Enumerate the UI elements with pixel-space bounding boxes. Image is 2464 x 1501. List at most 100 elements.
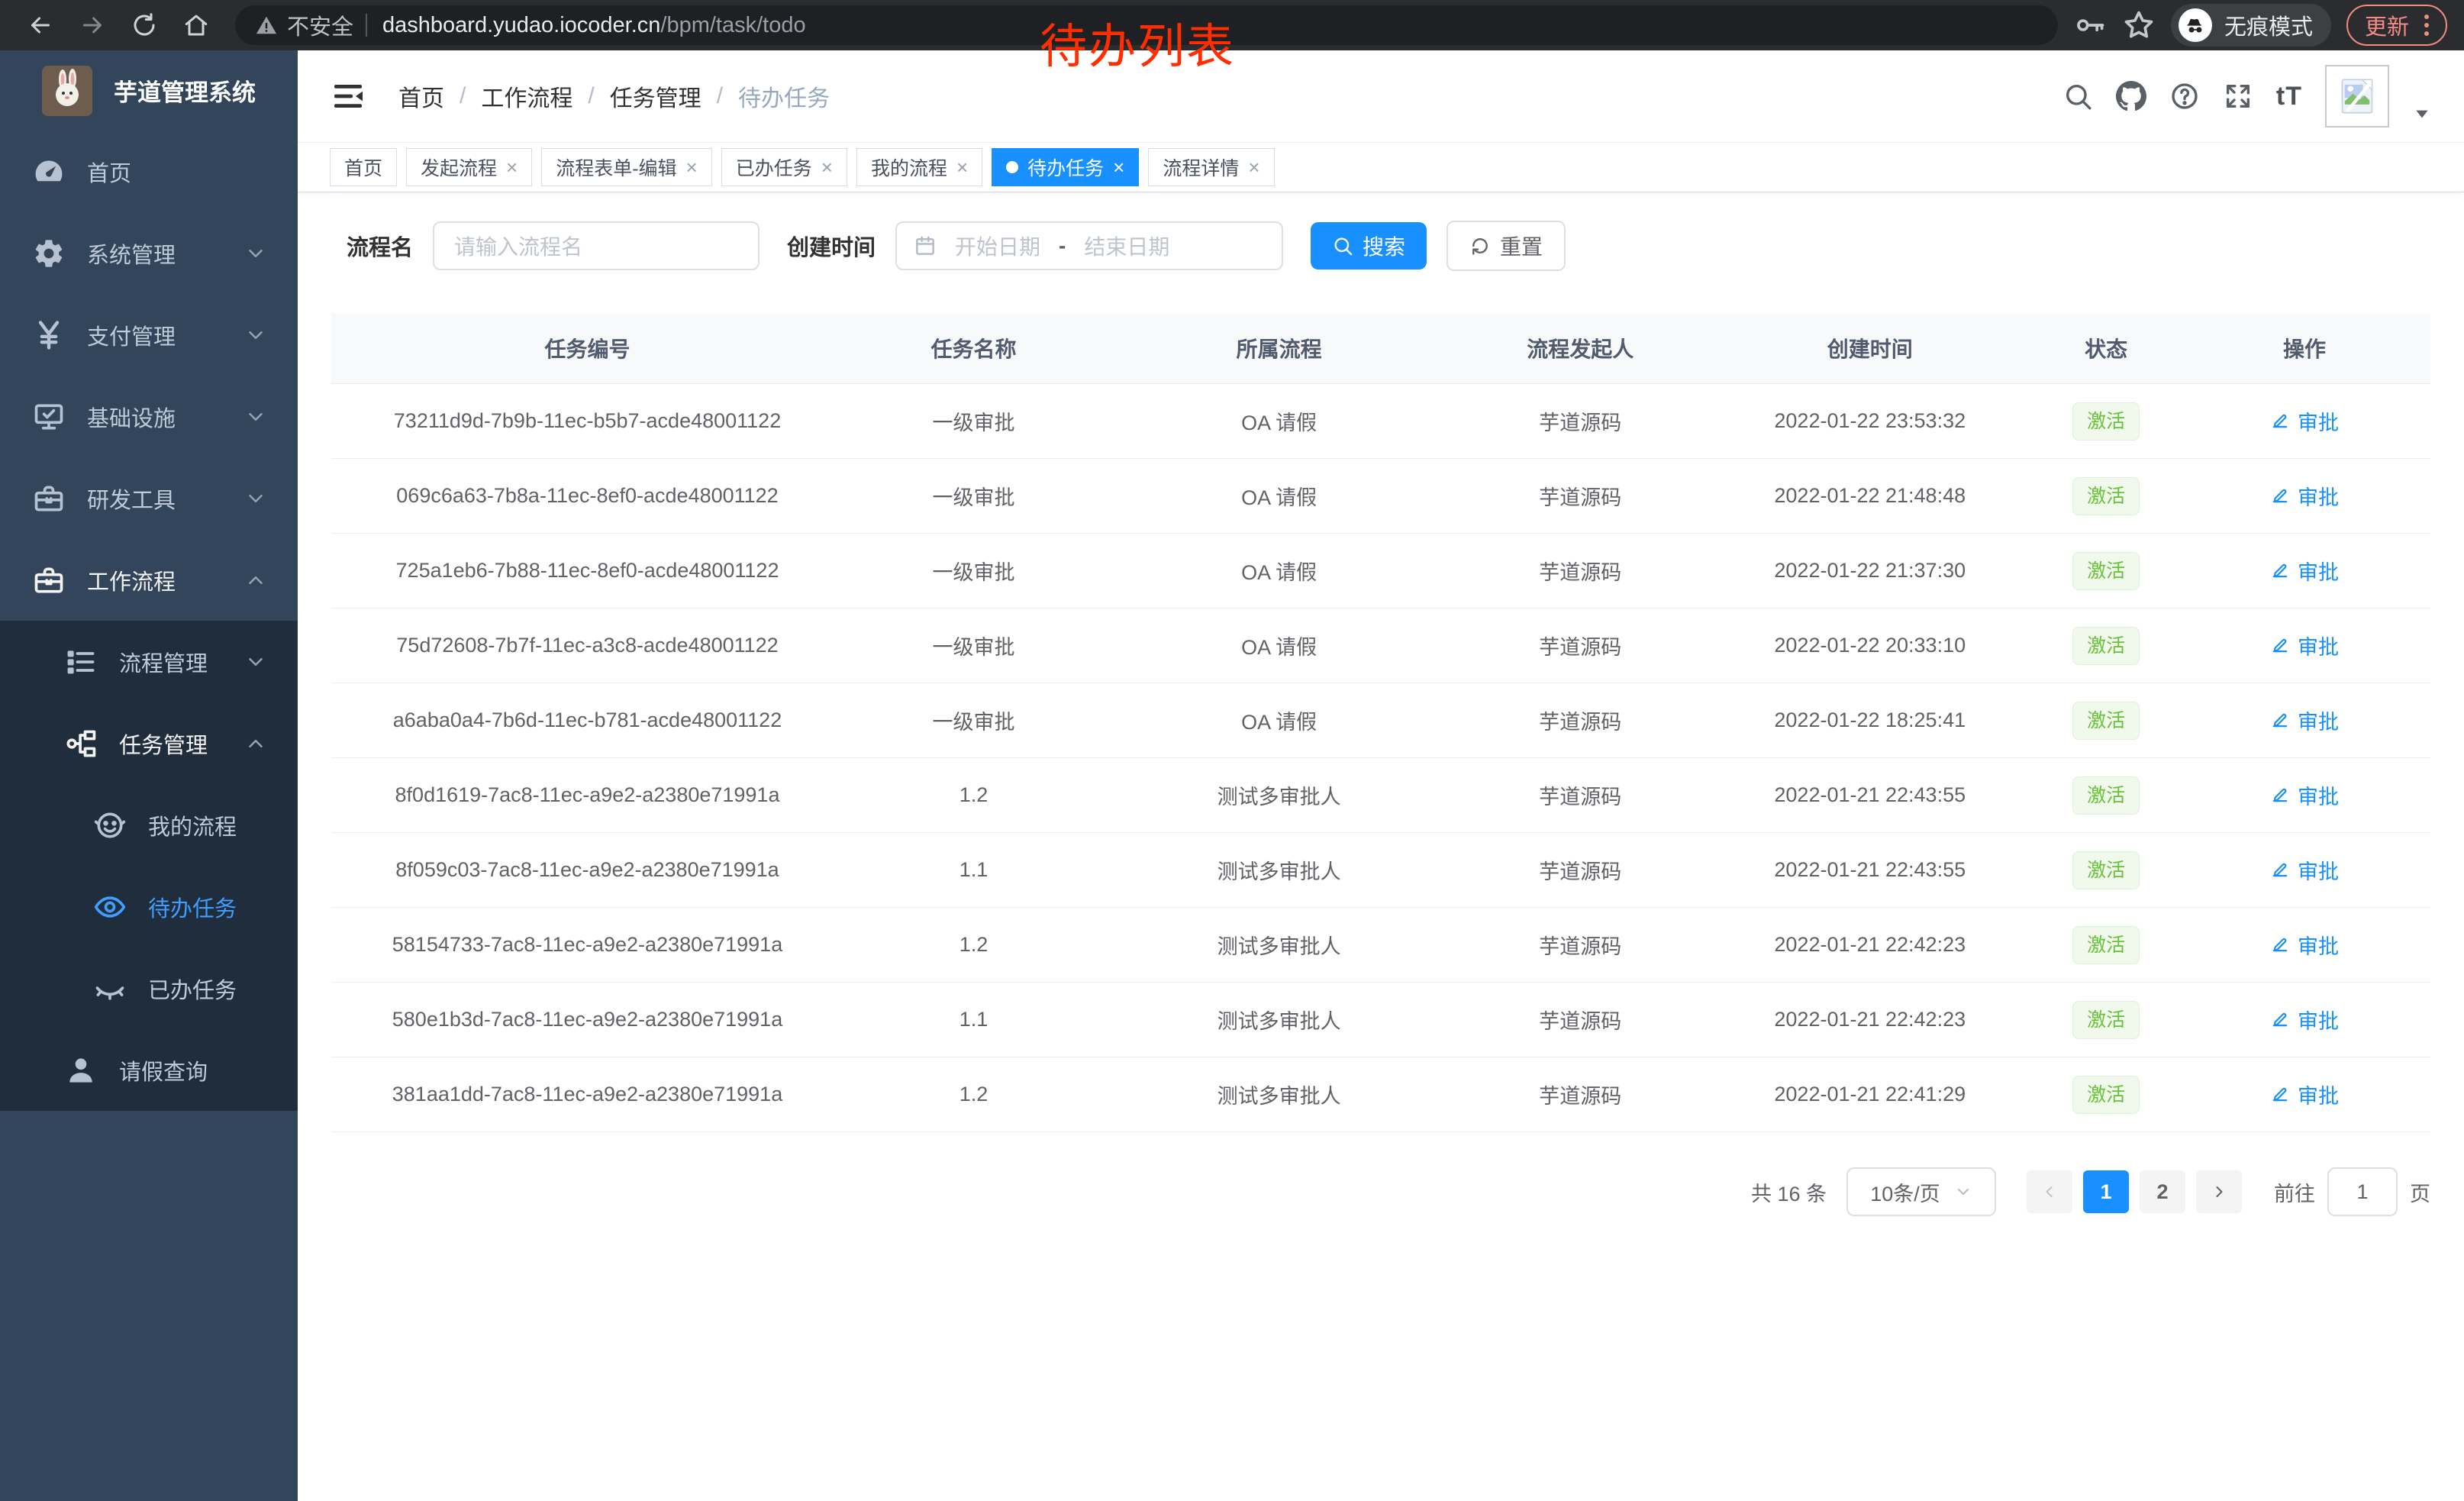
approve-link[interactable]: 审批 xyxy=(2270,855,2339,885)
sidebar-item-系统管理[interactable]: 系统管理 xyxy=(0,212,298,294)
cell-process: OA 请假 xyxy=(1104,459,1454,534)
cell-status: 激活 xyxy=(2033,683,2179,758)
breadcrumb-item[interactable]: 工作流程 xyxy=(481,79,572,113)
sidebar-item-首页[interactable]: 首页 xyxy=(0,131,298,212)
sidebar-item-流程管理[interactable]: 流程管理 xyxy=(0,621,298,702)
key-icon[interactable] xyxy=(2073,8,2107,42)
reset-button[interactable]: 重置 xyxy=(1446,221,1566,271)
sidebar-item-任务管理[interactable]: 任务管理 xyxy=(0,702,298,784)
refresh-icon xyxy=(1469,235,1491,257)
sidebar-item-label: 请假查询 xyxy=(119,1054,208,1086)
sidebar-collapse-icon[interactable] xyxy=(330,78,366,115)
breadcrumb-item[interactable]: 首页 xyxy=(398,79,444,113)
tab-流程表单-编辑[interactable]: 流程表单-编辑× xyxy=(541,148,712,186)
tab-首页[interactable]: 首页 xyxy=(330,148,397,186)
page-button-1[interactable]: 1 xyxy=(2083,1170,2129,1213)
chevron-left-icon xyxy=(2040,1183,2059,1201)
cell-starter: 芋道源码 xyxy=(1454,833,1706,908)
breadcrumb-item[interactable]: 任务管理 xyxy=(610,79,701,113)
fullscreen-icon[interactable] xyxy=(2223,81,2253,111)
approve-link[interactable]: 审批 xyxy=(2270,1080,2339,1109)
approve-link[interactable]: 审批 xyxy=(2270,780,2339,810)
sidebar-item-请假查询[interactable]: 请假查询 xyxy=(0,1029,298,1111)
font-size-icon[interactable]: tT xyxy=(2276,82,2302,111)
next-page-button[interactable] xyxy=(2196,1170,2242,1213)
sidebar-item-支付管理[interactable]: 支付管理 xyxy=(0,294,298,376)
cell-action: 审批 xyxy=(2179,1057,2430,1132)
app-title: 芋道管理系统 xyxy=(114,73,256,108)
approve-link[interactable]: 审批 xyxy=(2270,406,2339,436)
sidebar-item-基础设施[interactable]: 基础设施 xyxy=(0,376,298,457)
close-icon[interactable]: × xyxy=(821,157,833,177)
approve-link[interactable]: 审批 xyxy=(2270,705,2339,735)
tab-已办任务[interactable]: 已办任务× xyxy=(721,148,847,186)
table-row: a6aba0a4-7b6d-11ec-b781-acde48001122一级审批… xyxy=(331,683,2430,758)
tab-我的流程[interactable]: 我的流程× xyxy=(856,148,982,186)
sidebar-item-label: 首页 xyxy=(87,156,131,188)
process-name-input[interactable]: 请输入流程名 xyxy=(433,221,760,270)
close-icon[interactable]: × xyxy=(506,157,518,177)
search-button[interactable]: 搜索 xyxy=(1311,222,1427,270)
close-icon[interactable]: × xyxy=(686,157,698,177)
star-icon[interactable] xyxy=(2122,8,2156,42)
browser-home-button[interactable] xyxy=(173,2,220,49)
edit-icon xyxy=(2270,635,2290,655)
approve-link[interactable]: 审批 xyxy=(2270,631,2339,660)
cell-name: 1.2 xyxy=(843,1057,1104,1132)
approve-link[interactable]: 审批 xyxy=(2270,1005,2339,1035)
column-header: 流程发起人 xyxy=(1454,313,1706,384)
search-icon[interactable] xyxy=(2062,81,2093,111)
address-bar[interactable]: 不安全 dashboard.yudao.iocoder.cn /bpm/task… xyxy=(235,5,2058,45)
caret-down-icon[interactable] xyxy=(2412,104,2432,124)
breadcrumb-separator: / xyxy=(717,83,723,109)
approve-link[interactable]: 审批 xyxy=(2270,930,2339,960)
tab-流程详情[interactable]: 流程详情× xyxy=(1148,148,1274,186)
broken-image-icon xyxy=(2337,76,2377,116)
search-icon xyxy=(1332,235,1353,257)
page-button-2[interactable]: 2 xyxy=(2140,1170,2185,1213)
browser-reload-button[interactable] xyxy=(121,2,168,49)
approve-link[interactable]: 审批 xyxy=(2270,556,2339,586)
prev-page-button[interactable] xyxy=(2027,1170,2072,1213)
app-logo xyxy=(42,66,92,116)
goto-page-input[interactable]: 1 xyxy=(2327,1167,2398,1216)
tab-发起流程[interactable]: 发起流程× xyxy=(406,148,532,186)
sidebar: 芋道管理系统 首页系统管理支付管理基础设施研发工具工作流程流程管理任务管理我的流… xyxy=(0,50,298,1501)
home-icon xyxy=(182,11,210,39)
tab-label: 首页 xyxy=(344,153,382,181)
logo-row[interactable]: 芋道管理系统 xyxy=(0,50,298,131)
browser-back-button[interactable] xyxy=(17,2,64,49)
sidebar-item-工作流程[interactable]: 工作流程 xyxy=(0,539,298,621)
close-icon[interactable]: × xyxy=(956,157,968,177)
page-size-select[interactable]: 10条/页 xyxy=(1846,1167,1996,1216)
tab-待办任务[interactable]: 待办任务× xyxy=(992,148,1139,186)
kebab-menu-icon[interactable] xyxy=(2424,23,2429,27)
sidebar-item-我的流程[interactable]: 我的流程 xyxy=(0,784,298,866)
cell-action: 审批 xyxy=(2179,758,2430,833)
sidebar-item-已办任务[interactable]: 已办任务 xyxy=(0,947,298,1029)
browser-chrome: 不安全 dashboard.yudao.iocoder.cn /bpm/task… xyxy=(0,0,2464,50)
reset-button-label: 重置 xyxy=(1500,231,1543,261)
cell-id: 069c6a63-7b8a-11ec-8ef0-acde48001122 xyxy=(331,459,843,534)
browser-forward-button[interactable] xyxy=(69,2,116,49)
update-button[interactable]: 更新 xyxy=(2346,5,2447,46)
main-area: 首页/工作流程/任务管理/待办任务 tT 首页发起流程×流程表单-编辑×已办任务… xyxy=(298,50,2464,1501)
security-label[interactable]: 不安全 xyxy=(287,9,353,41)
close-icon[interactable]: × xyxy=(1248,157,1259,177)
calendar-icon xyxy=(914,234,937,257)
sidebar-item-待办任务[interactable]: 待办任务 xyxy=(0,866,298,947)
date-range-picker[interactable]: 开始日期 - 结束日期 xyxy=(895,221,1283,270)
close-icon[interactable]: × xyxy=(1113,157,1124,177)
sidebar-item-研发工具[interactable]: 研发工具 xyxy=(0,457,298,539)
avatar[interactable] xyxy=(2325,65,2389,128)
cell-starter: 芋道源码 xyxy=(1454,758,1706,833)
breadcrumb-separator: / xyxy=(460,83,466,109)
approve-link[interactable]: 审批 xyxy=(2270,481,2339,511)
help-icon[interactable] xyxy=(2169,81,2200,111)
github-icon[interactable] xyxy=(2116,81,2146,111)
chevron-down-icon xyxy=(244,405,267,428)
table-row: 73211d9d-7b9b-11ec-b5b7-acde48001122一级审批… xyxy=(331,384,2430,459)
cell-status: 激活 xyxy=(2033,758,2179,833)
status-badge: 激活 xyxy=(2072,851,2140,889)
cell-name: 一级审批 xyxy=(843,384,1104,459)
